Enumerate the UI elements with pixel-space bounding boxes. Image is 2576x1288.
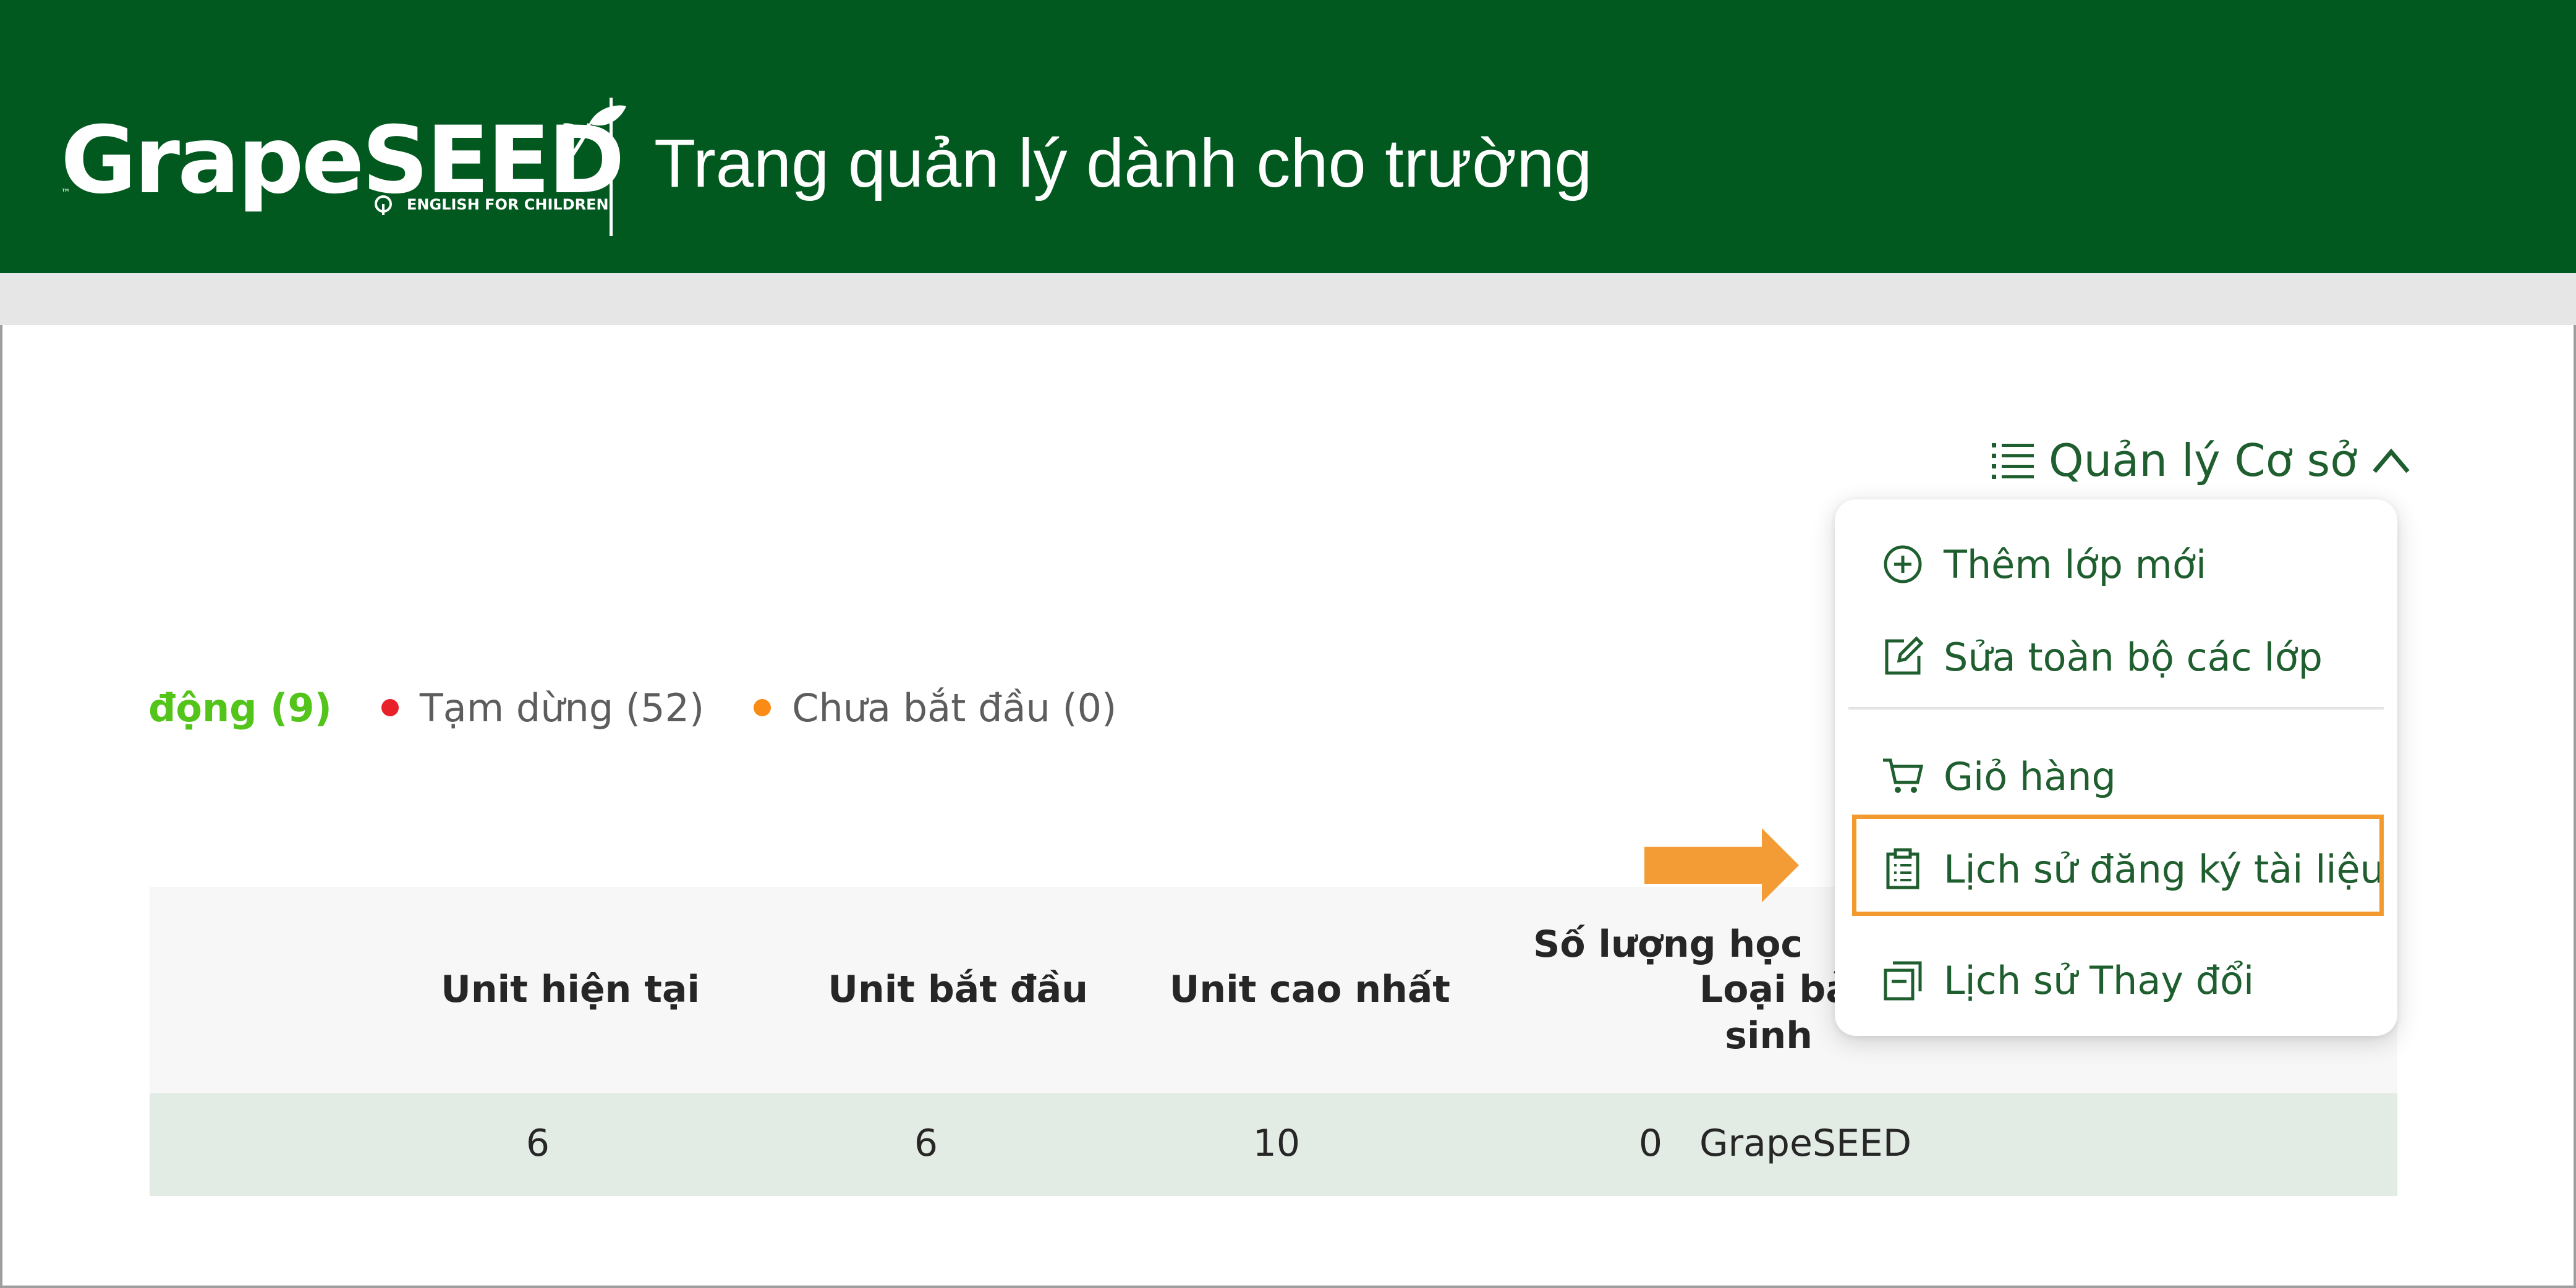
logo-tagline: ENGLISH FOR CHILDREN bbox=[407, 196, 609, 213]
cell-start-unit: 6 bbox=[914, 1122, 938, 1165]
manage-school-label: Quản lý Cơ sở bbox=[2049, 434, 2358, 486]
menu-item-add-class-label: Thêm lớp mới bbox=[1944, 541, 2207, 587]
menu-item-cart[interactable]: Giỏ hàng bbox=[1835, 739, 2397, 813]
column-header-current-unit[interactable]: Unit hiện tại bbox=[441, 968, 700, 1011]
menu-item-change-history[interactable]: Lịch sử Thay đổi bbox=[1835, 943, 2397, 1017]
grapeseed-logo[interactable]: GrapeSEED ™ ENGLISH FOR CHILDREN bbox=[61, 99, 626, 222]
menu-item-edit-all-classes-label: Sửa toàn bộ các lớp bbox=[1944, 634, 2323, 680]
plus-circle-icon bbox=[1884, 545, 1922, 583]
highlight-box bbox=[1852, 815, 2384, 916]
chevron-up-icon bbox=[2373, 448, 2410, 473]
header-band bbox=[0, 273, 2576, 325]
leaf-icon bbox=[563, 105, 626, 168]
frame-border-left bbox=[0, 325, 2, 1288]
column-header-students[interactable]: Số lượng học bbox=[1533, 923, 1803, 966]
header-divider bbox=[610, 98, 613, 236]
frame-border-bottom bbox=[0, 1286, 2576, 1288]
logo-trademark: ™ bbox=[61, 187, 70, 198]
column-header-start-unit[interactable]: Unit bắt đầu bbox=[828, 968, 1088, 1011]
column-header-max-unit[interactable]: Unit cao nhất bbox=[1170, 968, 1450, 1011]
menu-item-edit-all-classes[interactable]: Sửa toàn bộ các lớp bbox=[1835, 620, 2397, 694]
frame-border-right bbox=[2574, 325, 2576, 1288]
list-icon bbox=[1992, 443, 2034, 479]
menu-item-add-class[interactable]: Thêm lớp mới bbox=[1835, 527, 2397, 601]
manage-school-menu-button[interactable]: Quản lý Cơ sở bbox=[1991, 426, 2412, 494]
edit-icon bbox=[1885, 636, 1924, 675]
column-header-type[interactable]: Loại bả bbox=[1699, 968, 1851, 1011]
cell-max-unit: 10 bbox=[1252, 1122, 1300, 1165]
status-filter-not-started[interactable]: Chưa bắt đầu (0) bbox=[754, 685, 1116, 731]
menu-item-change-history-label: Lịch sử Thay đổi bbox=[1944, 957, 2255, 1003]
cell-current-unit: 6 bbox=[525, 1122, 550, 1165]
app-header: GrapeSEED ™ ENGLISH FOR CHILDREN Trang q… bbox=[0, 0, 2576, 273]
column-header-students-line2: sinh bbox=[1725, 1014, 1813, 1057]
annotation-arrow-icon bbox=[1644, 828, 1799, 902]
status-filter-paused-label: Tạm dừng (52) bbox=[419, 685, 705, 731]
page-title: Trang quản lý dành cho trường bbox=[654, 125, 1592, 201]
manage-school-dropdown: Thêm lớp mới Sửa toàn bộ các lớp Giỏ hàn… bbox=[1835, 499, 2397, 1036]
menu-divider bbox=[1848, 707, 2384, 710]
status-filter-active[interactable]: động (9) bbox=[148, 685, 332, 731]
cart-icon bbox=[1883, 758, 1924, 793]
class-status-filters: động (9) Tạm dừng (52) Chưa bắt đầu (0) bbox=[148, 680, 1116, 735]
status-filter-not-started-label: Chưa bắt đầu (0) bbox=[792, 685, 1117, 731]
history-icon bbox=[1884, 961, 1922, 1001]
status-filter-paused[interactable]: Tạm dừng (52) bbox=[381, 685, 704, 731]
paused-status-dot bbox=[381, 699, 399, 716]
cell-students: 0 bbox=[1638, 1122, 1662, 1165]
menu-item-cart-label: Giỏ hàng bbox=[1944, 753, 2116, 799]
logo-mark-icon bbox=[375, 195, 392, 215]
not-started-status-dot bbox=[754, 699, 772, 716]
cell-type: GrapeSEED bbox=[1699, 1122, 1912, 1165]
